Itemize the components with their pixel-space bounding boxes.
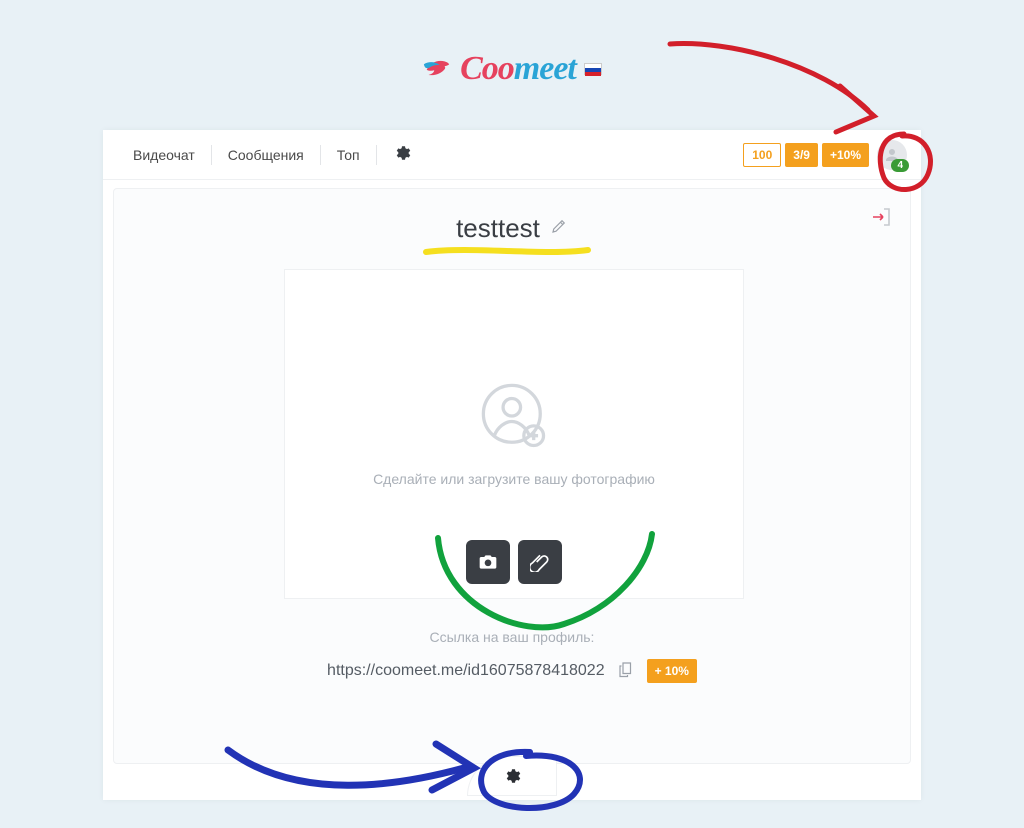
username: testtest — [456, 213, 540, 244]
profile-panel: testtest Сделайте или загрузите вашу фот… — [113, 188, 911, 764]
gear-icon — [393, 144, 411, 162]
nav-settings[interactable] — [377, 144, 427, 165]
photo-caption: Сделайте или загрузите вашу фотографию — [373, 471, 655, 487]
copy-link-button[interactable] — [617, 660, 635, 683]
edit-username-button[interactable] — [550, 217, 568, 240]
avatar-placeholder-icon — [479, 381, 549, 451]
nav-messages[interactable]: Сообщения — [212, 147, 320, 163]
brand-header: Coomeet — [0, 50, 1024, 88]
avatar-count: 4 — [891, 159, 909, 172]
badge-minutes[interactable]: 100 — [743, 143, 781, 167]
nav-top[interactable]: Топ — [321, 147, 376, 163]
photo-upload-box: Сделайте или загрузите вашу фотографию — [284, 269, 744, 599]
brand-part-2: meet — [514, 50, 576, 87]
badge-bonus[interactable]: +10% — [822, 143, 869, 167]
top-nav: Видеочат Сообщения Топ 100 3/9 +10% 4 — [103, 130, 921, 180]
profile-link-row: https://coomeet.me/id16075878418022 + 10… — [114, 659, 910, 683]
brand-part-1: Coo — [460, 50, 514, 87]
paperclip-icon — [530, 552, 550, 572]
upload-photo-button[interactable] — [518, 540, 562, 584]
pencil-icon — [550, 217, 568, 235]
gear-icon — [503, 767, 521, 785]
nav-videochat[interactable]: Видеочат — [117, 147, 211, 163]
avatar[interactable]: 4 — [877, 140, 907, 170]
main-card: Видеочат Сообщения Топ 100 3/9 +10% 4 t — [103, 130, 921, 800]
brand-wordmark: Coomeet — [460, 50, 576, 88]
profile-link-caption: Ссылка на ваш профиль: — [114, 629, 910, 645]
flag-ru-icon[interactable] — [584, 63, 602, 75]
bird-icon — [422, 54, 452, 85]
bonus-button[interactable]: + 10% — [647, 659, 697, 683]
badge-ratio[interactable]: 3/9 — [785, 143, 818, 167]
take-photo-button[interactable] — [466, 540, 510, 584]
nav-badges: 100 3/9 +10% — [743, 143, 869, 167]
camera-icon — [478, 552, 498, 572]
copy-icon — [617, 660, 635, 678]
profile-link-url: https://coomeet.me/id16075878418022 — [327, 662, 605, 680]
username-row: testtest — [114, 213, 910, 244]
photo-actions — [285, 540, 743, 584]
